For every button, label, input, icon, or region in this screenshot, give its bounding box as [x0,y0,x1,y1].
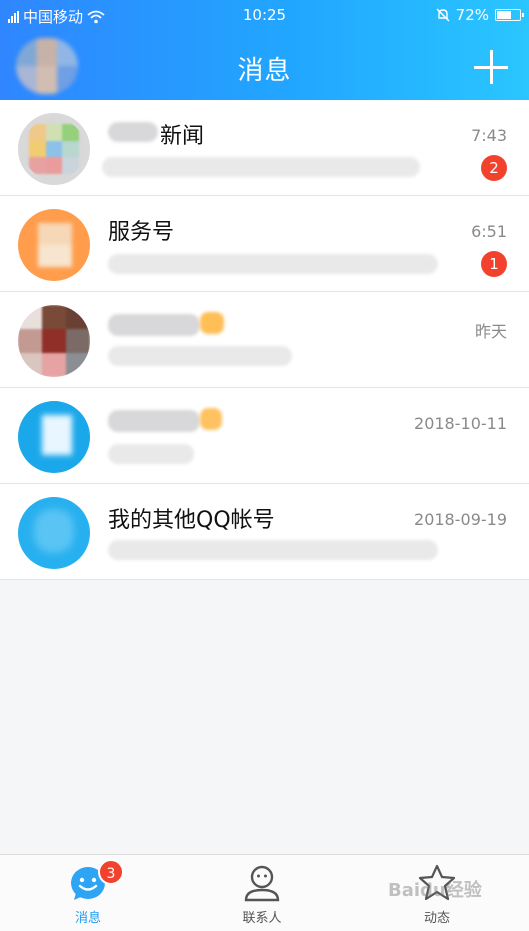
blurred-name [108,122,158,142]
blurred-name [108,314,200,336]
tab-label: 联系人 [242,911,282,926]
tab-messages[interactable]: 消息 [33,863,143,926]
qq-account-avatar [18,497,90,569]
blurred-preview [108,444,194,464]
plus-icon[interactable] [474,50,508,84]
blurred-preview [102,157,420,177]
alarm-muted-icon [436,8,450,22]
battery-percent: 72% [455,6,489,24]
battery-icon [495,9,524,21]
watermark: Baidu经验 [388,880,482,901]
conversation-row-other-accounts[interactable]: 我的其他QQ帐号 2018-09-19 [0,484,529,580]
header-bar: 中国移动 10:25 72% 消息 [0,0,529,100]
conversation-time: 7:43 [471,126,507,145]
conversation-title: 我的其他QQ帐号 [108,508,275,533]
conversation-title: 服务号 [108,220,175,245]
blurred-preview [108,346,292,366]
conversation-list: 新闻 7:43 2 服务号 6:51 1 昨天 2018-10-11 我的其他Q… [0,100,529,580]
battery-fill [497,11,512,19]
conversation-time: 2018-10-11 [414,414,507,433]
news-avatar [18,113,90,185]
conversation-title: 新闻 [160,124,205,149]
conversation-row-contact[interactable]: 昨天 [0,292,529,388]
conversation-time: 2018-09-19 [414,510,507,529]
person-icon [242,863,282,903]
tab-label: 动态 [423,911,450,926]
conversation-row-news[interactable]: 新闻 7:43 2 [0,100,529,196]
blurred-preview [108,540,438,560]
unread-badge: 2 [481,155,507,181]
contact-avatar [18,305,90,377]
status-bar: 中国移动 10:25 72% [0,0,529,30]
tab-label: 消息 [74,911,101,926]
contact-avatar [18,401,90,473]
conversation-row-contact-2[interactable]: 2018-10-11 [0,388,529,484]
status-right: 72% [436,6,524,24]
conversation-time: 6:51 [471,222,507,241]
page-title: 消息 [237,56,292,86]
unread-badge: 1 [481,251,507,277]
blurred-name [108,410,200,432]
conversation-row-service[interactable]: 服务号 6:51 1 [0,196,529,292]
tab-unread-badge: 3 [98,859,124,885]
vip-badge-icon [200,312,224,334]
vip-badge-icon [200,408,222,430]
blurred-preview [108,254,438,274]
conversation-time: 昨天 [474,322,507,341]
tab-contacts[interactable]: 联系人 [207,863,317,926]
service-avatar [18,209,90,281]
